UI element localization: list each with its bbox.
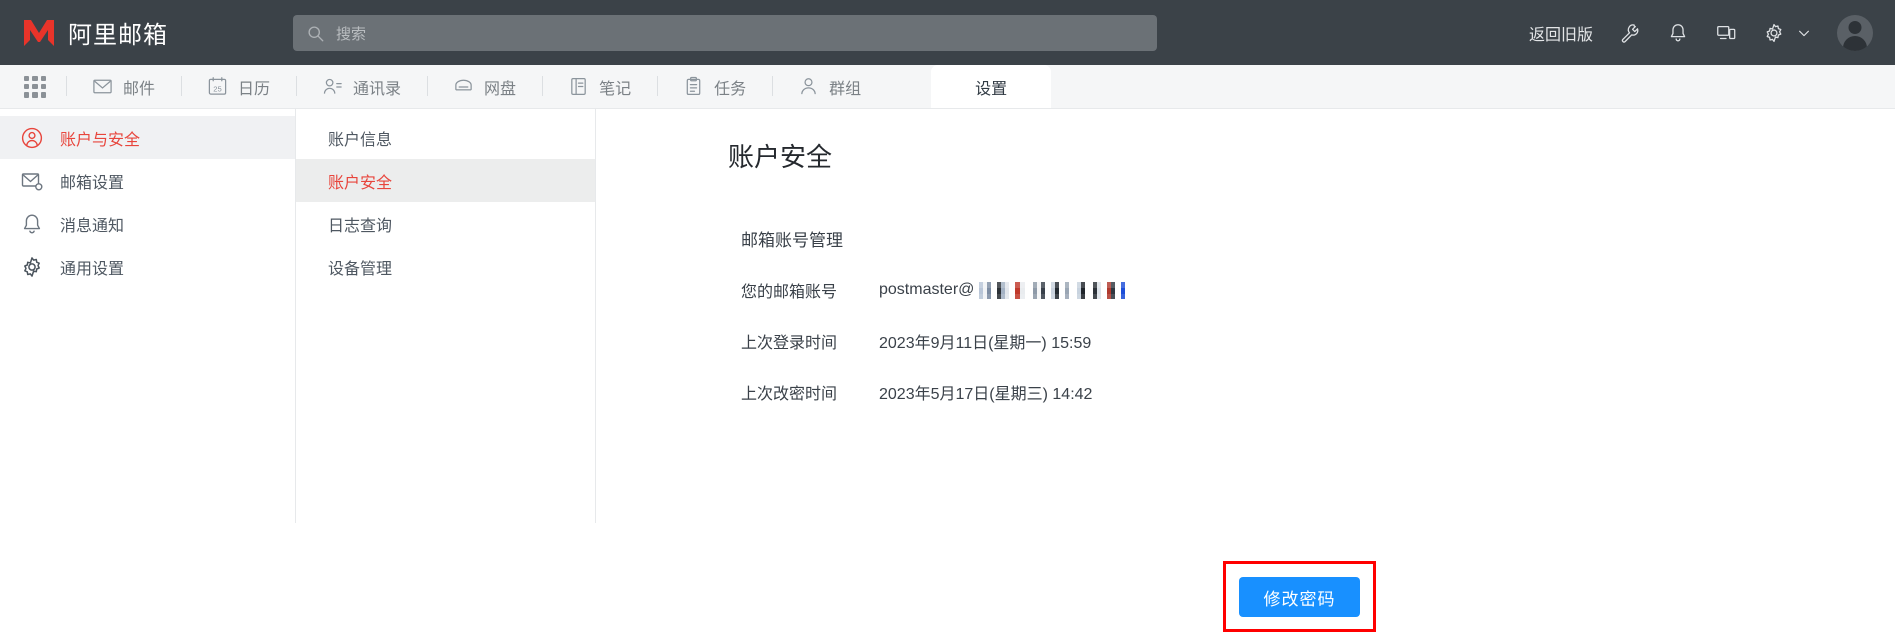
nav-tab-groups[interactable]: 群组: [772, 65, 887, 108]
nav-tab-mail-label: 邮件: [123, 80, 156, 98]
main-content: 账户安全 邮箱账号管理 您的邮箱账号 postmaster@ 上次登录时间 20…: [596, 109, 1895, 632]
redacted-domain: [975, 281, 1128, 299]
body-wrapper: 账户与安全 邮箱设置 消息通知 通用设置 账户信息 账户安全 日志查询 设备管理…: [0, 108, 1895, 632]
return-old-version-button[interactable]: 返回旧版: [1529, 21, 1593, 45]
info-label-email-account: 您的邮箱账号: [741, 284, 838, 301]
search-box[interactable]: 搜索: [293, 15, 1157, 51]
svg-text:25: 25: [213, 84, 221, 93]
sidebar-item-notifications-label: 消息通知: [60, 217, 125, 235]
app-grid-icon[interactable]: [24, 75, 46, 98]
nav-tab-tasks[interactable]: 任务: [657, 65, 772, 108]
nav-tab-settings[interactable]: 设置: [931, 65, 1052, 108]
nav-tab-disk[interactable]: 网盘: [427, 65, 542, 108]
app-nav-bar: 邮件 25 日历 通讯录 网盘 笔记 任务 群组 设置: [0, 65, 1895, 108]
info-value-email-account: postmaster@: [879, 281, 1128, 299]
sidebar-item-general-settings[interactable]: 通用设置: [0, 245, 295, 288]
sidebar-item-account-security-label: 账户与安全: [60, 131, 141, 149]
section-heading: 邮箱账号管理: [741, 231, 843, 250]
nav-tab-notes[interactable]: 笔记: [542, 65, 657, 108]
sidebar-item-mailbox-settings-label: 邮箱设置: [60, 174, 125, 192]
gear-icon[interactable]: [1763, 22, 1785, 44]
submenu-item-log-query-label: 日志查询: [328, 217, 393, 235]
submenu-item-log-query[interactable]: 日志查询: [296, 202, 595, 245]
task-icon: [686, 76, 701, 96]
submenu-item-device-management[interactable]: 设备管理: [296, 245, 595, 288]
wrench-icon[interactable]: [1619, 22, 1641, 44]
alibaba-m-logo-icon: [24, 19, 54, 46]
submenu-item-account-security-label: 账户安全: [328, 174, 393, 192]
nav-tab-contacts[interactable]: 通讯录: [296, 65, 427, 108]
info-label-last-password-change: 上次改密时间: [741, 386, 838, 403]
info-row-last-login: 上次登录时间 2023年9月11日(星期一) 15:59: [741, 329, 1895, 353]
submenu-item-account-security[interactable]: 账户安全: [296, 159, 595, 202]
mail-icon: [93, 79, 112, 94]
nav-tab-settings-label: 设置: [975, 80, 1008, 98]
group-icon: [801, 78, 816, 95]
info-value-last-login: 2023年9月11日(星期一) 15:59: [879, 335, 1092, 352]
submenu-item-account-info[interactable]: 账户信息: [296, 116, 595, 159]
devices-icon[interactable]: [1715, 22, 1737, 44]
nav-tab-disk-label: 网盘: [484, 80, 517, 98]
bell-icon[interactable]: [1667, 22, 1689, 44]
email-account-value: postmaster@: [879, 281, 975, 298]
nav-tab-groups-label: 群组: [829, 80, 862, 98]
nav-tab-tasks-label: 任务: [714, 80, 747, 98]
nav-tab-mail[interactable]: 邮件: [66, 65, 181, 108]
gear-icon: [24, 256, 40, 277]
sidebar-item-notifications[interactable]: 消息通知: [0, 202, 295, 245]
info-label-last-login: 上次登录时间: [741, 335, 838, 352]
cloud-disk-icon: [455, 79, 472, 91]
settings-submenu: 账户信息 账户安全 日志查询 设备管理: [296, 109, 596, 523]
avatar[interactable]: [1837, 14, 1873, 51]
page-title: 账户安全: [728, 142, 833, 172]
nav-tab-notes-label: 笔记: [599, 80, 632, 98]
submenu-item-account-info-label: 账户信息: [328, 131, 393, 149]
sidebar-item-general-settings-label: 通用设置: [60, 260, 125, 278]
mail-gear-icon: [21, 172, 43, 190]
chevron-down-icon[interactable]: [1797, 26, 1811, 40]
info-row-last-password-change: 上次改密时间 2023年5月17日(星期三) 14:42: [741, 380, 1895, 404]
info-value-last-password-change: 2023年5月17日(星期三) 14:42: [879, 386, 1093, 403]
contacts-icon: [323, 78, 342, 94]
notes-icon: [571, 78, 586, 95]
brand-name: 阿里邮箱: [68, 22, 168, 49]
info-row-email-account: 您的邮箱账号 postmaster@: [741, 278, 1895, 302]
change-password-button[interactable]: 修改密码: [1239, 577, 1360, 617]
nav-tab-calendar[interactable]: 25 日历: [181, 65, 296, 108]
calendar-icon: 25: [208, 77, 227, 95]
brand[interactable]: 阿里邮箱: [22, 15, 168, 50]
sidebar-item-mailbox-settings[interactable]: 邮箱设置: [0, 159, 295, 202]
nav-tab-calendar-label: 日历: [238, 80, 271, 98]
nav-tab-contacts-label: 通讯录: [353, 80, 402, 98]
top-bar-actions: 返回旧版: [1529, 0, 1895, 65]
submenu-item-device-management-label: 设备管理: [328, 260, 393, 278]
user-circle-icon: [21, 127, 43, 148]
bell-icon: [23, 214, 41, 233]
sidebar-item-account-security[interactable]: 账户与安全: [0, 116, 295, 159]
settings-sidebar: 账户与安全 邮箱设置 消息通知 通用设置: [0, 109, 296, 523]
top-bar: 阿里邮箱 搜索 返回旧版: [0, 0, 1895, 65]
